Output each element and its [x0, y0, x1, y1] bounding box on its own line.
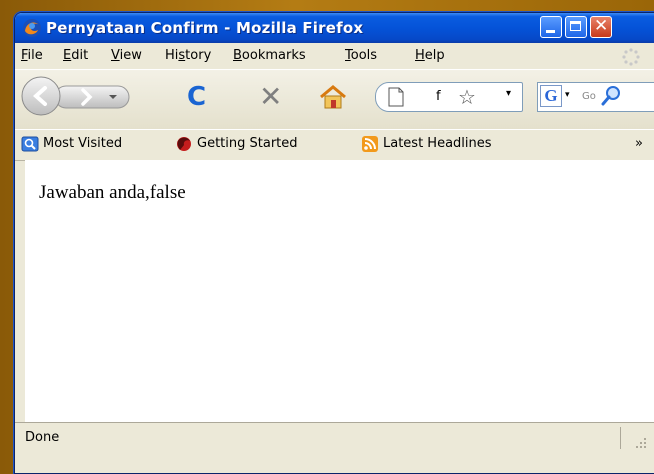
menu-bookmarks-rest: ookmarks [241, 48, 306, 63]
menu-help-mnemonic: H [415, 48, 425, 63]
page-text: Jawaban anda,false [39, 182, 186, 203]
menu-bookmarks-mnemonic: B [233, 48, 242, 63]
home-icon[interactable] [319, 84, 347, 110]
status-bar: Done [15, 422, 654, 453]
bookmarks-overflow-icon[interactable]: » [635, 136, 643, 151]
throbber-icon [622, 48, 640, 66]
bookmark-getting-started[interactable]: Getting Started [197, 136, 298, 151]
menu-file[interactable]: File [21, 48, 43, 63]
search-go-icon[interactable] [600, 85, 622, 107]
menu-edit-mnemonic: E [63, 48, 72, 63]
menu-history[interactable]: History [165, 48, 211, 63]
menu-history-pre: Hi [165, 48, 179, 63]
url-input[interactable]: f [436, 89, 441, 104]
bookmark-latest-headlines[interactable]: Latest Headlines [383, 136, 492, 151]
navigation-toolbar: C ✕ f ☆ ▾ G ▾ Go [15, 69, 654, 130]
resize-grip-icon[interactable] [633, 435, 647, 449]
rss-feed-icon [362, 136, 378, 152]
page-content: Jawaban anda,false [25, 160, 654, 422]
bookmarks-toolbar: Most Visited Getting Started Latest Head… [15, 129, 654, 161]
menu-bar: File Edit View History Bookmarks Tools H… [15, 43, 654, 69]
back-button [21, 76, 61, 116]
status-text: Done [25, 430, 60, 445]
minimize-button[interactable] [540, 16, 562, 38]
search-input[interactable]: Go [582, 91, 596, 102]
url-bar[interactable]: f ☆ ▾ [375, 82, 523, 112]
menu-file-rest: ile [27, 48, 43, 63]
menu-edit-rest: dit [71, 48, 89, 63]
minimize-icon [546, 30, 555, 33]
maximize-button[interactable] [565, 16, 587, 38]
window-title: Pernyataan Confirm - Mozilla Firefox [46, 19, 364, 37]
menu-view-mnemonic: V [111, 48, 120, 63]
maximize-icon [570, 21, 581, 31]
bookmark-star-icon[interactable]: ☆ [458, 85, 476, 109]
most-visited-icon [21, 136, 39, 152]
menu-view[interactable]: View [111, 48, 142, 63]
search-engine-dropdown-icon[interactable]: ▾ [565, 90, 570, 100]
search-engine-icon[interactable]: G [540, 85, 562, 107]
bookmark-most-visited[interactable]: Most Visited [43, 136, 122, 151]
close-button[interactable]: ✕ [590, 16, 612, 38]
browser-window: Pernyataan Confirm - Mozilla Firefox ✕ F… [14, 12, 654, 474]
firefox-icon [177, 137, 191, 151]
menu-history-rest: tory [185, 48, 212, 63]
menu-edit[interactable]: Edit [63, 48, 88, 63]
firefox-logo-icon [23, 19, 41, 37]
stop-icon[interactable]: ✕ [259, 80, 282, 113]
menu-help[interactable]: Help [415, 48, 445, 63]
status-divider [620, 427, 621, 449]
menu-view-rest: iew [119, 48, 142, 63]
title-bar[interactable]: Pernyataan Confirm - Mozilla Firefox ✕ [15, 13, 654, 43]
back-forward-buttons [21, 76, 130, 116]
search-bar[interactable]: G ▾ Go [537, 82, 654, 112]
reload-icon[interactable]: C [187, 82, 206, 112]
url-dropdown-icon[interactable]: ▾ [506, 88, 511, 99]
close-icon: ✕ [594, 16, 609, 36]
menu-tools-rest: ools [350, 48, 378, 63]
menu-tools[interactable]: Tools [345, 48, 377, 63]
menu-help-rest: elp [424, 48, 445, 63]
menu-bookmarks[interactable]: Bookmarks [233, 48, 306, 63]
page-icon [388, 87, 404, 107]
